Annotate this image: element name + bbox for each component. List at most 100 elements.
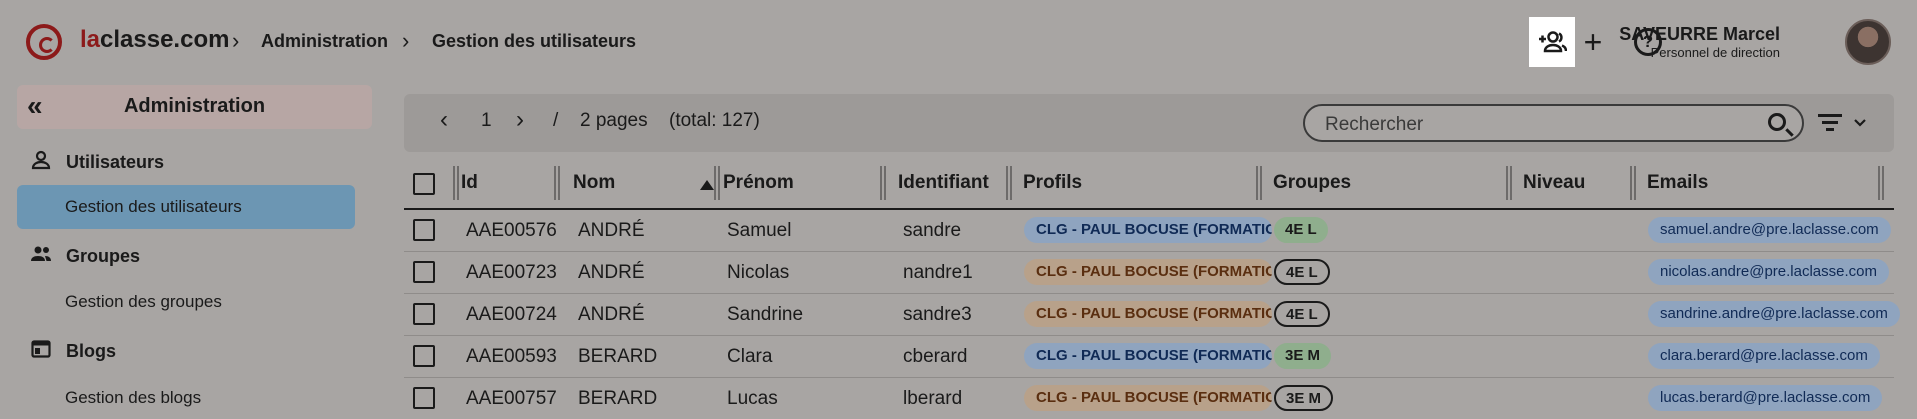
cell-id: AAE00576 bbox=[466, 220, 557, 241]
total-count: (total: 127) bbox=[669, 110, 760, 131]
sort-ascending-icon[interactable] bbox=[700, 180, 714, 190]
search-icon[interactable] bbox=[1768, 113, 1786, 131]
column-header-id[interactable]: Id bbox=[461, 172, 478, 194]
sidebar-item-group-management[interactable]: Gestion des groupes bbox=[65, 292, 222, 312]
column-resize-handle[interactable] bbox=[880, 166, 886, 200]
plus-icon[interactable]: + bbox=[1578, 24, 1608, 60]
column-header-profils[interactable]: Profils bbox=[1023, 172, 1082, 194]
column-header-nom[interactable]: Nom bbox=[573, 172, 615, 194]
column-resize-handle[interactable] bbox=[1006, 166, 1012, 200]
filter-button[interactable] bbox=[1818, 110, 1878, 138]
profile-badge: CLG - PAUL BOCUSE (FORMATIO bbox=[1024, 301, 1272, 327]
cell-nom: BERARD bbox=[578, 388, 658, 409]
add-users-button[interactable] bbox=[1529, 17, 1575, 67]
profile-badge: CLG - PAUL BOCUSE (FORMATIO bbox=[1024, 217, 1272, 243]
row-checkbox[interactable] bbox=[413, 219, 435, 241]
user-name[interactable]: SAVEURRE Marcel bbox=[1619, 24, 1780, 45]
column-header-groupes[interactable]: Groupes bbox=[1273, 172, 1351, 194]
column-resize-handle[interactable] bbox=[714, 166, 720, 200]
user-role: Personnel de direction bbox=[1650, 45, 1780, 60]
select-all-checkbox[interactable] bbox=[413, 173, 435, 195]
row-checkbox[interactable] bbox=[413, 387, 435, 409]
laclasse-logo-icon[interactable] bbox=[26, 24, 62, 60]
breadcrumb-current: Gestion des utilisateurs bbox=[432, 31, 637, 51]
row-checkbox[interactable] bbox=[413, 303, 435, 325]
column-resize-handle[interactable] bbox=[1256, 166, 1262, 200]
next-page-icon[interactable]: › bbox=[516, 106, 524, 134]
email-badge[interactable]: sandrine.andre@pre.laclasse.com bbox=[1648, 301, 1900, 327]
group-badge[interactable]: 4E L bbox=[1274, 259, 1330, 285]
email-badge[interactable]: samuel.andre@pre.laclasse.com bbox=[1648, 217, 1891, 243]
cell-nom: ANDRÉ bbox=[578, 262, 645, 283]
cell-prenom: Lucas bbox=[727, 388, 778, 409]
group-badge[interactable]: 3E M bbox=[1274, 343, 1332, 369]
column-resize-handle[interactable] bbox=[554, 166, 560, 200]
row-checkbox[interactable] bbox=[413, 261, 435, 283]
chevron-right-icon: › bbox=[402, 28, 410, 53]
page-count: 2 pages bbox=[580, 110, 648, 131]
column-header-prenom[interactable]: Prénom bbox=[723, 172, 794, 194]
cell-id: AAE00724 bbox=[466, 304, 557, 325]
cell-identifiant: lberard bbox=[903, 388, 963, 409]
current-page[interactable]: 1 bbox=[481, 110, 492, 132]
sidebar-item-blog-management[interactable]: Gestion des blogs bbox=[65, 388, 201, 408]
column-resize-handle[interactable] bbox=[1630, 166, 1636, 200]
cell-nom: ANDRÉ bbox=[578, 220, 645, 241]
group-badge[interactable]: 3E M bbox=[1274, 385, 1334, 411]
search-placeholder: Rechercher bbox=[1325, 114, 1424, 135]
email-badge[interactable]: lucas.berard@pre.laclasse.com bbox=[1648, 385, 1883, 411]
person-icon bbox=[30, 150, 52, 175]
cell-nom: BERARD bbox=[578, 346, 658, 367]
profile-badge: CLG - PAUL BOCUSE (FORMATIO bbox=[1024, 385, 1272, 411]
column-header-identifiant[interactable]: Identifiant bbox=[898, 172, 989, 194]
chevron-down-icon bbox=[1854, 119, 1866, 127]
sidebar-section-label: Utilisateurs bbox=[66, 152, 165, 172]
sidebar-header: « Administration bbox=[17, 85, 372, 129]
avatar[interactable] bbox=[1845, 19, 1891, 65]
sidebar-title: Administration bbox=[123, 95, 266, 117]
sidebar-section-label: Groupes bbox=[66, 246, 141, 266]
column-resize-handle[interactable] bbox=[1506, 166, 1512, 200]
search-input[interactable]: Rechercher bbox=[1303, 104, 1804, 142]
group-add-icon bbox=[1539, 31, 1567, 53]
table-row[interactable]: AAE00724 ANDRÉ Sandrine sandre3 CLG - PA… bbox=[404, 294, 1900, 336]
profile-badge: CLG - PAUL BOCUSE (FORMATIO bbox=[1024, 343, 1272, 369]
profile-badge: CLG - PAUL BOCUSE (FORMATIO bbox=[1024, 259, 1272, 285]
row-checkbox[interactable] bbox=[413, 345, 435, 367]
column-resize-handle[interactable] bbox=[1878, 166, 1884, 200]
chevron-right-icon: › bbox=[232, 28, 240, 53]
cell-id: AAE00723 bbox=[466, 262, 557, 283]
top-bar: laclasse.com › Administration › Gestion … bbox=[0, 0, 1917, 84]
cell-identifiant: cberard bbox=[903, 346, 968, 367]
sidebar-item-user-management[interactable]: Gestion des utilisateurs bbox=[65, 197, 242, 217]
table-header-row: Id Nom Prénom Identifiant Profils Groupe… bbox=[404, 158, 1894, 210]
blog-icon bbox=[30, 340, 52, 363]
table-row[interactable]: AAE00576 ANDRÉ Samuel sandre CLG - PAUL … bbox=[404, 210, 1894, 252]
cell-identifiant: sandre3 bbox=[903, 304, 972, 325]
cell-id: AAE00593 bbox=[466, 346, 557, 367]
table-row[interactable]: AAE00757 BERARD Lucas lberard CLG - PAUL… bbox=[404, 378, 1894, 419]
cell-nom: ANDRÉ bbox=[578, 304, 645, 325]
email-badge[interactable]: clara.berard@pre.laclasse.com bbox=[1648, 343, 1880, 369]
sidebar-section-blogs[interactable]: Blogs bbox=[30, 340, 116, 363]
prev-page-icon[interactable]: ‹ bbox=[440, 106, 448, 134]
table-row[interactable]: AAE00593 BERARD Clara cberard CLG - PAUL… bbox=[404, 336, 1894, 378]
sidebar-section-groups[interactable]: Groupes bbox=[30, 245, 140, 268]
sidebar-section-users[interactable]: Utilisateurs bbox=[30, 150, 164, 175]
logo-text[interactable]: laclasse.com bbox=[80, 26, 229, 54]
cell-prenom: Clara bbox=[727, 346, 773, 367]
column-header-emails[interactable]: Emails bbox=[1647, 172, 1708, 194]
cell-id: AAE00757 bbox=[466, 388, 557, 409]
table-row[interactable]: AAE00723 ANDRÉ Nicolas nandre1 CLG - PAU… bbox=[404, 252, 1894, 294]
group-badge[interactable]: 4E L bbox=[1274, 301, 1330, 327]
column-resize-handle[interactable] bbox=[453, 166, 459, 200]
cell-prenom: Nicolas bbox=[727, 262, 790, 283]
column-header-niveau[interactable]: Niveau bbox=[1523, 172, 1585, 194]
cell-identifiant: nandre1 bbox=[903, 262, 973, 283]
logo-suffix: classe.com bbox=[100, 26, 230, 53]
email-badge[interactable]: nicolas.andre@pre.laclasse.com bbox=[1648, 259, 1889, 285]
breadcrumb-administration[interactable]: Administration bbox=[261, 31, 388, 52]
group-badge[interactable]: 4E L bbox=[1274, 217, 1328, 243]
cell-prenom: Sandrine bbox=[727, 304, 804, 325]
page-separator: / bbox=[553, 110, 559, 131]
